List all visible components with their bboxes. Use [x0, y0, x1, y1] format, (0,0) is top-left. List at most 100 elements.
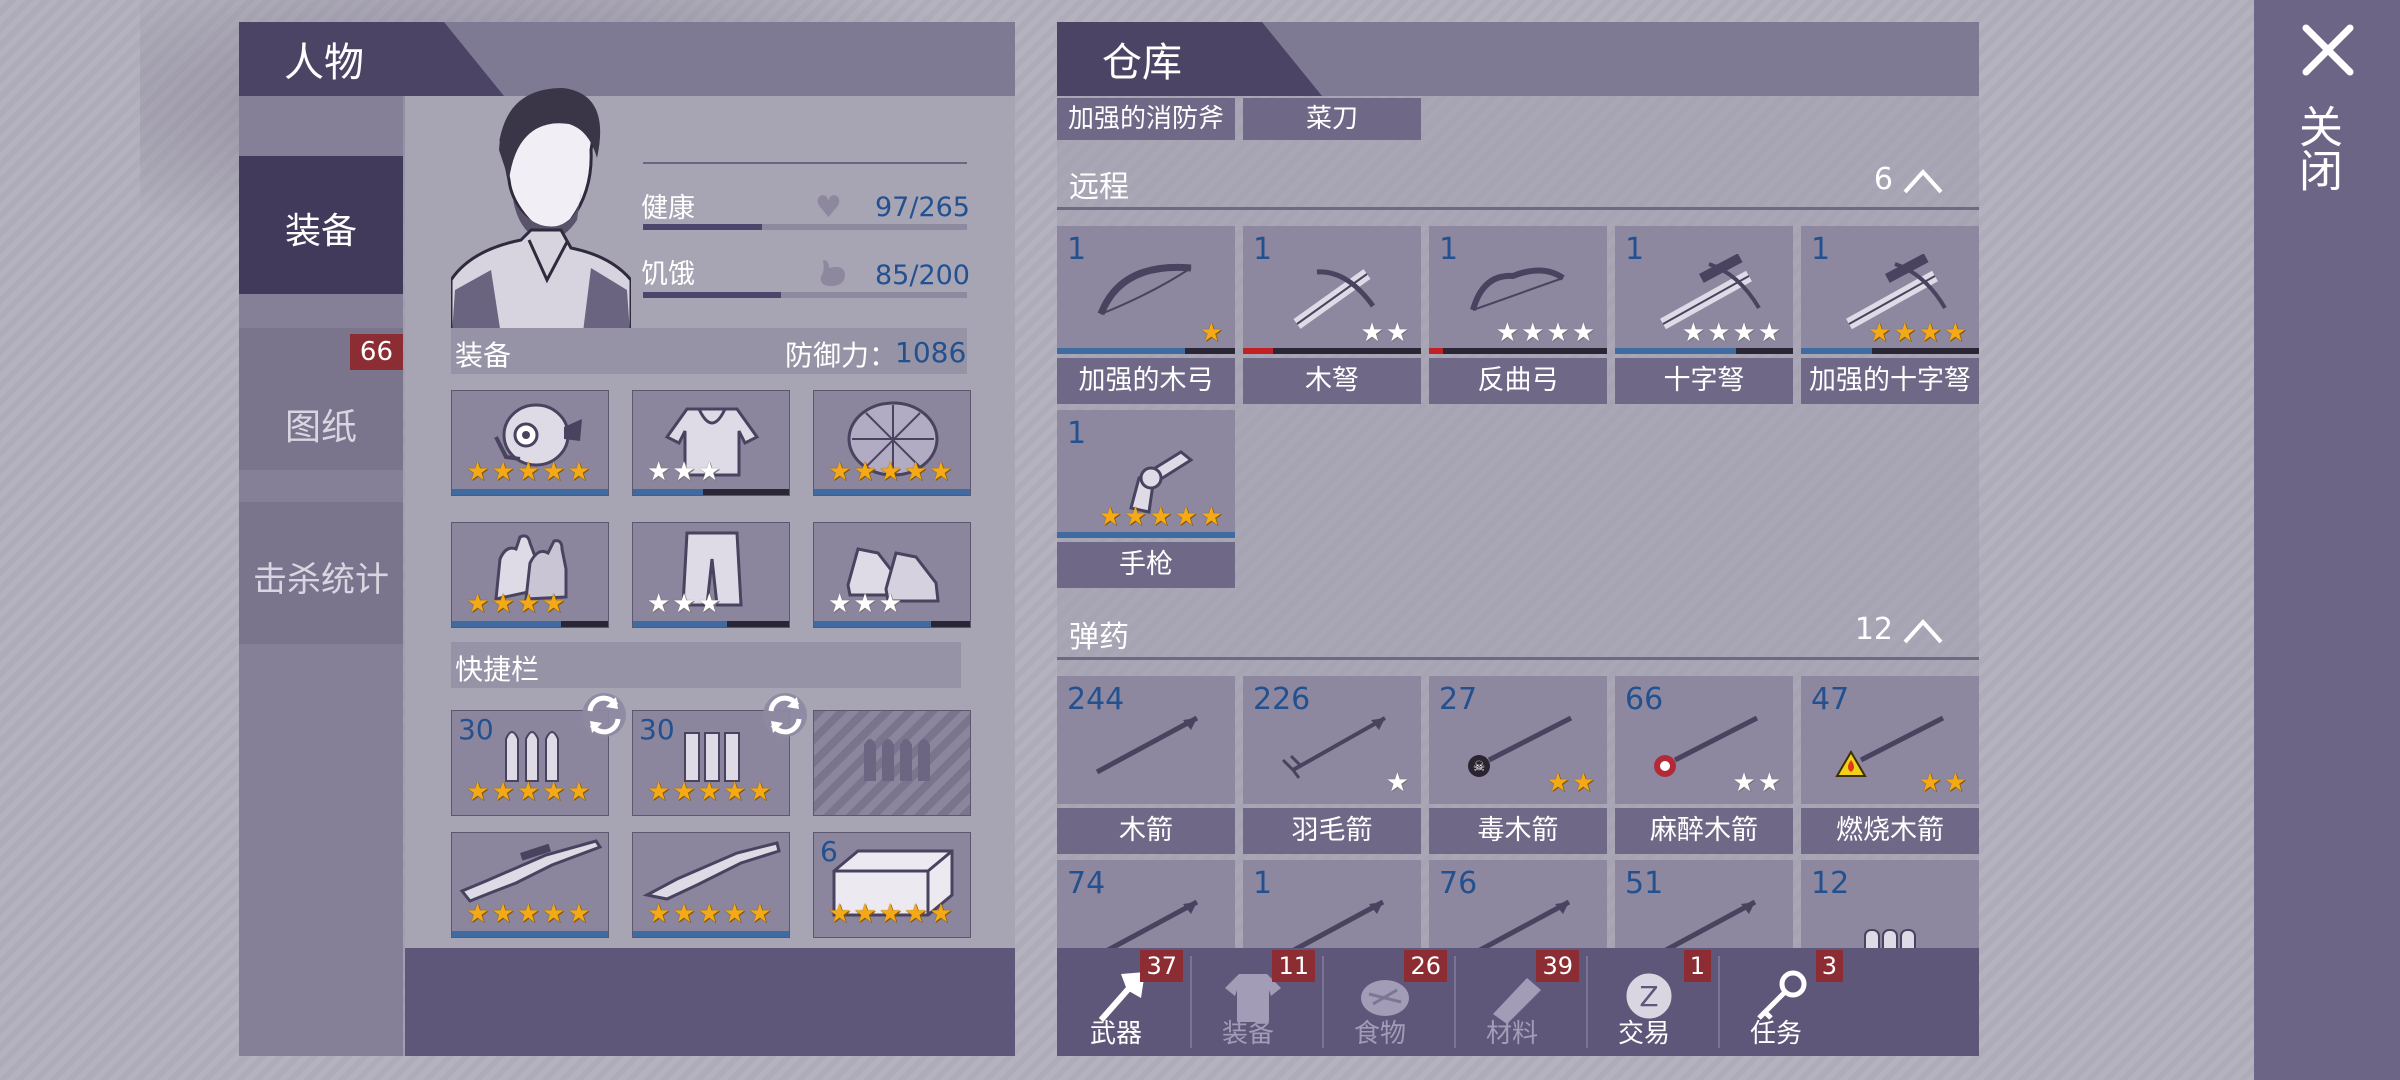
- ammo-item[interactable]: 244 木箭: [1057, 676, 1235, 856]
- svg-text:Z: Z: [1639, 980, 1658, 1013]
- quickbar-slot[interactable]: [813, 710, 971, 816]
- close-panel[interactable]: 关闭: [2254, 0, 2400, 1080]
- ammo-item[interactable]: ☠ 27 ★ ★ 毒木箭: [1429, 676, 1607, 856]
- close-icon[interactable]: [2302, 24, 2354, 80]
- ranged-item[interactable]: 1 ★ 加强的木弓: [1057, 226, 1235, 406]
- category-tab[interactable]: 39 材料: [1457, 948, 1588, 1056]
- durability-fill: [1615, 348, 1737, 354]
- category-tab[interactable]: Z 1 交易: [1589, 948, 1720, 1056]
- ranged-item[interactable]: 1 ★ ★ ★ ★ ★ 手枪: [1057, 410, 1235, 590]
- ammo-item-name: 木箭: [1057, 808, 1235, 854]
- quickbar-slot[interactable]: ★ ★ ★ ★ ★: [451, 832, 609, 938]
- quickbar-slot[interactable]: 30 ★ ★ ★ ★ ★: [451, 693, 626, 816]
- melee-item-kitchen-knife[interactable]: 菜刀: [1243, 98, 1421, 140]
- star-rating: ★ ★: [1918, 770, 1967, 796]
- ranged-item[interactable]: 1 ★ ★ ★ ★ 加强的十字弩: [1801, 226, 1979, 406]
- star-icon: ★: [722, 777, 747, 807]
- side-tab-blueprints[interactable]: 66 图纸: [239, 328, 403, 470]
- equipment-slot[interactable]: ★ ★ ★: [632, 390, 790, 496]
- star-icon: ★: [828, 589, 852, 619]
- durability-bar: [814, 489, 970, 495]
- ranged-count: 6: [1873, 162, 1893, 197]
- collapse-chevron-icon[interactable]: [1901, 164, 1945, 204]
- hunger-bar-fill: [643, 292, 781, 298]
- tab-divider: [1454, 956, 1456, 1048]
- category-tab[interactable]: 11 装备: [1193, 948, 1324, 1056]
- melee-item-fire-axe[interactable]: 加强的消防斧: [1057, 98, 1235, 140]
- tab-divider: [1586, 956, 1588, 1048]
- ammo-item[interactable]: 47 ★ ★ 燃烧木箭: [1801, 676, 1979, 856]
- star-icon: ★: [516, 899, 540, 929]
- collapse-chevron-icon[interactable]: [1901, 614, 1945, 654]
- quickbar-slot[interactable]: ★ ★ ★ ★ ★: [632, 832, 790, 938]
- star-icon: ★: [853, 589, 877, 619]
- reload-icon[interactable]: [576, 689, 632, 745]
- heart-icon: ♥: [815, 190, 842, 225]
- equipment-slot[interactable]: ★ ★ ★ ★ ★: [813, 390, 971, 496]
- ranged-item[interactable]: 1 ★ ★ 木弩: [1243, 226, 1421, 406]
- equipment-slot[interactable]: ★ ★ ★: [813, 522, 971, 628]
- reload-icon[interactable]: [757, 689, 813, 745]
- durability-bar: [633, 621, 789, 627]
- equipment-label: 装备: [455, 339, 512, 372]
- ammo-item-count: 12: [1811, 866, 1850, 901]
- star-icon: ★: [1199, 318, 1223, 348]
- star-icon: ★: [491, 777, 515, 807]
- category-tab-badge: 37: [1140, 950, 1183, 982]
- star-rating: ★ ★ ★ ★ ★: [828, 901, 953, 927]
- ranged-section-header[interactable]: 远程 6: [1057, 152, 1979, 210]
- character-portrait: [449, 80, 633, 350]
- star-icon: ★: [466, 899, 490, 929]
- star-icon: ★: [1571, 768, 1595, 798]
- durability-bar: [452, 489, 608, 495]
- star-icon: ★: [853, 457, 877, 487]
- side-tab-kill-stats[interactable]: 击杀统计: [239, 502, 403, 644]
- star-icon: ★: [541, 457, 566, 487]
- star-icon: ★: [1521, 318, 1545, 348]
- equipment-slot[interactable]: ★ ★ ★ ★: [451, 522, 609, 628]
- star-icon: ★: [516, 457, 540, 487]
- side-tab-equipment[interactable]: 装备: [239, 156, 403, 294]
- category-tab-label: 装备: [1221, 1019, 1274, 1049]
- star-icon: ★: [672, 899, 696, 929]
- quickbar-slot[interactable]: 6 ★ ★ ★ ★ ★: [813, 832, 971, 938]
- quickbar-slot-count: 30: [639, 713, 675, 746]
- character-content-footer: [405, 948, 1015, 1056]
- character-title: 人物: [284, 40, 364, 86]
- durability-bar: [1057, 348, 1235, 354]
- ammo-item[interactable]: 226 ★ 羽毛箭: [1243, 676, 1421, 856]
- quickbar-slot-count: 6: [820, 835, 838, 868]
- ranged-item[interactable]: 1 ★ ★ ★ ★ 反曲弓: [1429, 226, 1607, 406]
- category-tab-label: 交易: [1617, 1019, 1670, 1049]
- ammo-item-name: 麻醉木箭: [1615, 808, 1793, 854]
- durability-fill: [452, 931, 608, 937]
- star-icon: ★: [1199, 502, 1223, 532]
- ammo-section-header[interactable]: 弹药 12: [1057, 602, 1979, 660]
- star-icon: ★: [672, 457, 696, 487]
- category-tab[interactable]: 3 任务: [1721, 948, 1849, 1056]
- ranged-item-name: 加强的木弓: [1057, 358, 1235, 404]
- star-icon: ★: [647, 899, 671, 929]
- feather-arrow-icon: [1273, 710, 1393, 784]
- equipment-slot[interactable]: ★ ★ ★ ★ ★: [451, 390, 609, 496]
- star-icon: ★: [1867, 318, 1892, 348]
- star-icon: ★: [1918, 768, 1942, 798]
- category-tab-label: 材料: [1485, 1019, 1538, 1049]
- ranged-item[interactable]: 1 ★ ★ ★ ★ 十字弩: [1615, 226, 1793, 406]
- category-tab-label: 任务: [1749, 1019, 1802, 1049]
- quickbar-slot[interactable]: 30 ★ ★ ★ ★ ★: [632, 693, 807, 816]
- star-icon: ★: [1385, 768, 1409, 798]
- ammo-item-name: 燃烧木箭: [1801, 808, 1979, 854]
- ammo-item[interactable]: 66 ★ ★ 麻醉木箭: [1615, 676, 1793, 856]
- category-tab[interactable]: 37 武器: [1061, 948, 1192, 1056]
- star-icon: ★: [491, 589, 515, 619]
- star-icon: ★: [466, 589, 490, 619]
- durability-bar: [1243, 348, 1421, 354]
- star-rating: ★ ★ ★ ★: [1496, 320, 1595, 346]
- health-bar-fill: [643, 224, 762, 230]
- star-icon: ★: [828, 457, 852, 487]
- ammo-item-count: 47: [1811, 682, 1850, 717]
- star-rating: ★ ★ ★: [647, 591, 721, 617]
- equipment-slot[interactable]: ★ ★ ★: [632, 522, 790, 628]
- category-tab[interactable]: 26 食物: [1325, 948, 1456, 1056]
